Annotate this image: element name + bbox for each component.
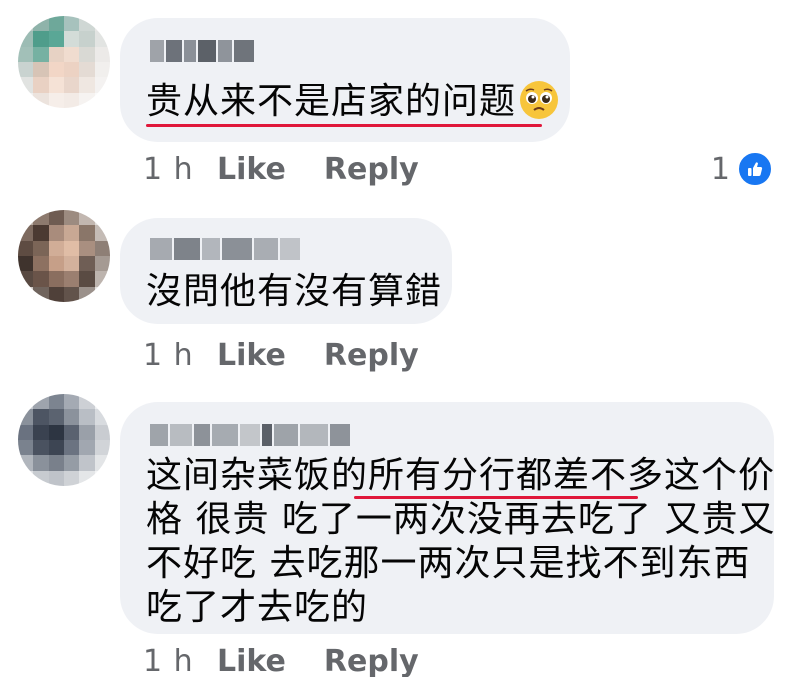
reaction-summary[interactable]: 1 [711, 150, 774, 188]
comment-text: 沒問他有沒有算錯 [146, 271, 443, 312]
like-button[interactable]: Like [217, 338, 286, 373]
comment-line: 不好吃 去吃那一两次只是找不到东西 [146, 543, 751, 584]
reply-button[interactable]: Reply [324, 338, 419, 373]
avatar[interactable] [18, 210, 110, 302]
underline-annotation [354, 496, 638, 499]
comment-text: 这间杂菜饭的所有分行都差不多这个价 格 很贵 吃了一两次没再去吃了 又贵又 不好… [146, 454, 775, 630]
comment-line: 这间杂菜饭的所有分行都差不多这个价 [146, 455, 776, 496]
author-name[interactable] [150, 40, 254, 62]
author-name[interactable] [150, 238, 300, 260]
reply-button[interactable]: Reply [324, 152, 419, 187]
comment-thread: 贵从来不是店家的问题 1 h Like Reply 1 沒問他有沒有算錯 1 h… [0, 0, 800, 677]
comment-actions: 1 h Like Reply [143, 152, 457, 187]
comment-line: 格 很贵 吃了一两次没再去吃了 又贵又 [146, 499, 776, 540]
comment-actions: 1 h Like Reply [143, 338, 457, 373]
pleading-face-emoji [520, 81, 559, 119]
comment-bubble: 这间杂菜饭的所有分行都差不多这个价 格 很贵 吃了一两次没再去吃了 又贵又 不好… [120, 402, 774, 634]
comment-text: 贵从来不是店家的问题 [146, 80, 559, 124]
like-button[interactable]: Like [217, 152, 286, 187]
timestamp[interactable]: 1 h [143, 152, 217, 187]
comment-bubble: 贵从来不是店家的问题 [120, 18, 570, 142]
avatar[interactable] [18, 394, 110, 486]
comment-actions: 1 h Like Reply [143, 644, 457, 677]
reaction-count: 1 [710, 151, 730, 187]
like-button[interactable]: Like [217, 644, 286, 677]
underline-annotation [146, 124, 542, 127]
reply-button[interactable]: Reply [324, 644, 419, 677]
timestamp[interactable]: 1 h [143, 644, 217, 677]
timestamp[interactable]: 1 h [143, 338, 217, 373]
author-name[interactable] [150, 424, 350, 446]
comment-bubble: 沒問他有沒有算錯 [120, 218, 452, 324]
avatar[interactable] [18, 16, 110, 108]
thumbs-up-icon [736, 150, 774, 188]
comment-line: 吃了才去吃的 [146, 587, 369, 628]
